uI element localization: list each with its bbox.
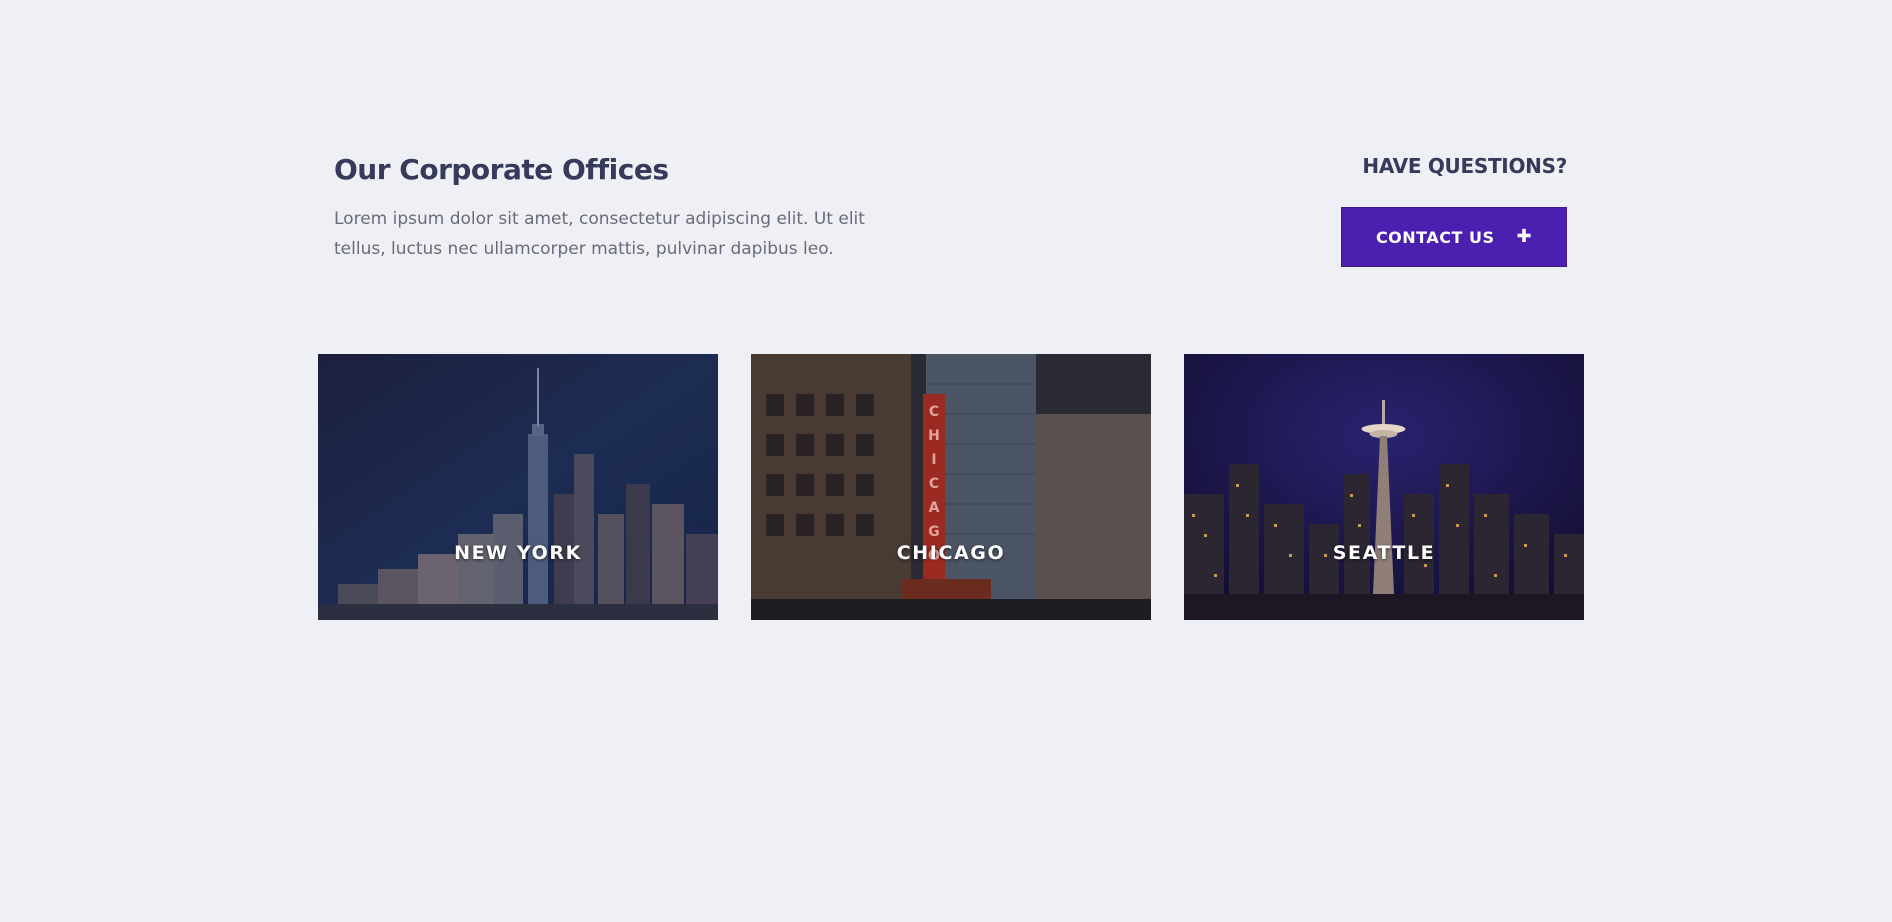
new-york-skyline-image: [318, 354, 718, 620]
intro-paragraph: Lorem ipsum dolor sit amet, consectetur …: [334, 209, 865, 259]
svg-text:G: G: [928, 524, 940, 540]
office-cards: NEW YORK C H I C A G O CHICAGO SEATTLE: [318, 354, 1584, 620]
svg-text:C: C: [929, 476, 939, 492]
plus-icon: ✚: [1516, 226, 1533, 247]
chicago-theatre-image: CHI CAGO: [751, 354, 1151, 620]
svg-text:H: H: [928, 428, 940, 444]
have-questions-heading: HAVE QUESTIONS?: [1362, 154, 1567, 178]
office-card-seattle[interactable]: SEATTLE: [1184, 354, 1584, 620]
office-name-seattle: SEATTLE: [1332, 542, 1436, 564]
contact-us-button[interactable]: CONTACT US ✚: [1341, 207, 1567, 267]
office-name-new-york: NEW YORK: [454, 542, 582, 564]
offices-intro: Our Corporate Offices Lorem ipsum dolor …: [334, 150, 934, 264]
svg-text:C: C: [929, 404, 939, 420]
contact-block: HAVE QUESTIONS? CONTACT US ✚: [1287, 150, 1567, 267]
page-title: Our Corporate Offices: [334, 153, 669, 186]
svg-text:A: A: [929, 500, 940, 516]
seattle-skyline-image: [1184, 354, 1584, 620]
office-card-chicago[interactable]: CHI CAGO CHICAGO: [751, 354, 1151, 620]
office-card-new-york[interactable]: NEW YORK: [318, 354, 718, 620]
corporate-offices-section: Our Corporate Offices Lorem ipsum dolor …: [0, 0, 1892, 922]
office-name-chicago: CHICAGO: [896, 542, 1006, 564]
contact-us-label: CONTACT US: [1375, 227, 1495, 247]
svg-text:I: I: [931, 452, 936, 468]
